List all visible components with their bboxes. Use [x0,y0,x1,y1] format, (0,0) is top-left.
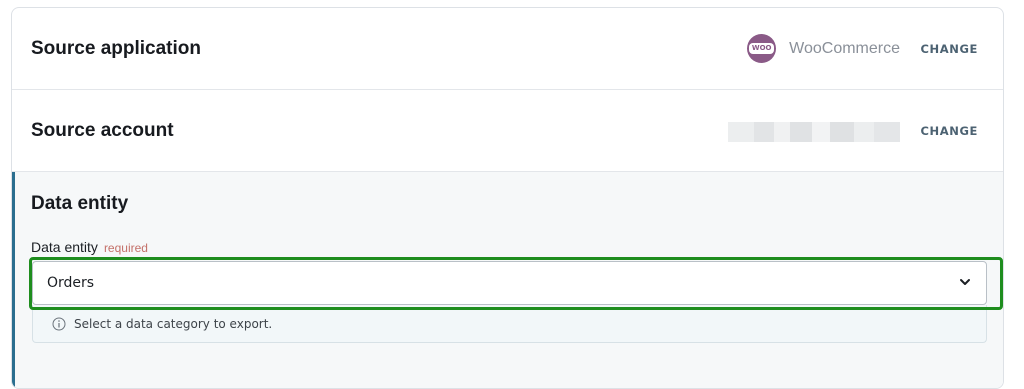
data-entity-field-label: Data entity required [31,239,148,255]
change-account-button[interactable]: CHANGE [921,124,978,138]
hint-text: Select a data category to export. [74,316,273,331]
source-account-title: Source account [31,119,174,141]
data-entity-hint: Select a data category to export. [32,305,987,343]
source-account-row: Source account CHANGE [12,90,1003,172]
required-indicator: required [103,241,148,255]
woocommerce-logo-text: WOO [748,43,775,54]
source-application-row: Source application WOO WooCommerce CHANG… [12,8,1003,90]
info-icon [52,317,66,331]
data-entity-section: Data entity Data entity required Orders S… [12,172,1003,388]
woocommerce-logo-icon: WOO [747,34,777,63]
field-label-text: Data entity [31,239,98,255]
app-name: WooCommerce [789,39,900,57]
highlight-box [29,257,1003,310]
selected-app: WOO WooCommerce [747,34,900,63]
data-entity-title: Data entity [31,193,129,214]
blurred-account-name [728,122,900,142]
change-application-button[interactable]: CHANGE [921,42,978,56]
source-application-title: Source application [31,37,201,59]
source-config-card: Source application WOO WooCommerce CHANG… [11,7,1004,389]
